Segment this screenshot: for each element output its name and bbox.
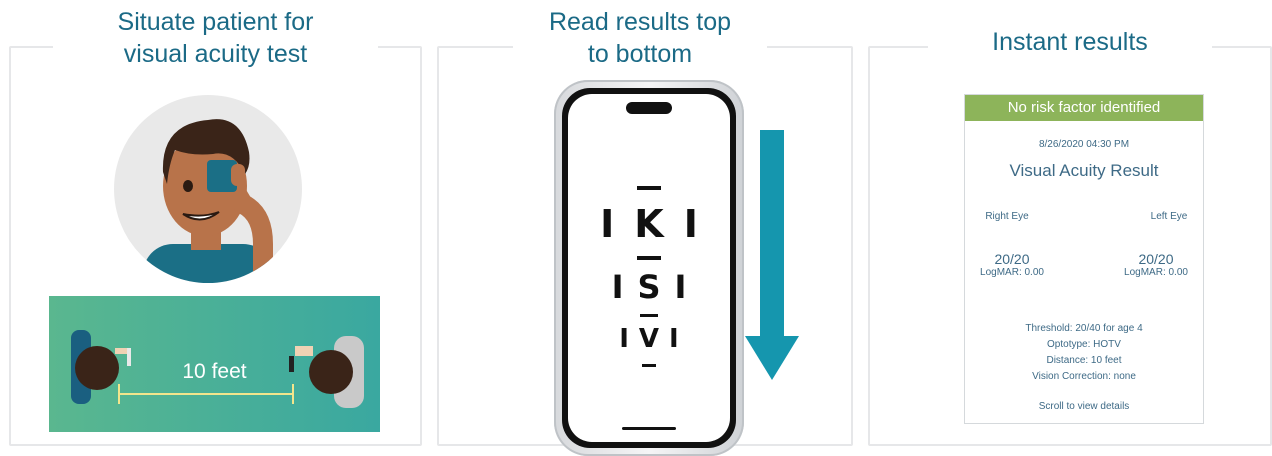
right-eye-label: Right Eye xyxy=(985,211,1029,222)
scroll-details-link[interactable]: Scroll to view details xyxy=(965,401,1203,412)
setup-panel-title: Situate patient for visual acuity test xyxy=(53,6,378,70)
optotype-text: Optotype: HOTV xyxy=(1047,339,1121,350)
read-title-line1: Read results top xyxy=(548,8,732,36)
setup-title-line2: visual acuity test xyxy=(123,40,308,68)
phone-bezel: IKI ISI IVI xyxy=(562,88,736,448)
read-panel: Read results top to bottom IKI ISI IVI xyxy=(437,6,853,456)
result-heading: Visual Acuity Result xyxy=(1009,161,1159,180)
arrow-down-icon xyxy=(745,130,799,380)
correction-text: Vision Correction: none xyxy=(1032,371,1136,382)
right-eye-logmar: LogMAR: 0.00 xyxy=(980,267,1044,278)
left-eye-result: 20/20 LogMAR: 0.00 xyxy=(1109,251,1203,279)
dynamic-island xyxy=(626,102,672,114)
chart-row-2: ISI xyxy=(611,268,701,306)
results-panel-title: Instant results xyxy=(928,26,1212,58)
phone-device: IKI ISI IVI xyxy=(554,80,744,456)
risk-status-banner: No risk factor identified xyxy=(965,95,1203,121)
chart-row-1: IKI xyxy=(600,202,718,246)
distance-text: Distance: 10 feet xyxy=(1046,355,1122,366)
result-timestamp: 8/26/2020 04:30 PM xyxy=(1038,139,1130,150)
chart-row-3: IVI xyxy=(619,324,689,354)
left-eye-label: Left Eye xyxy=(1150,211,1188,222)
distance-label: 10 feet xyxy=(182,360,247,383)
result-card: No risk factor identified 8/26/2020 04:3… xyxy=(964,94,1204,424)
left-eye-logmar: LogMAR: 0.00 xyxy=(1124,267,1188,278)
test-details: Threshold: 20/40 for age 4 Optotype: HOT… xyxy=(965,321,1203,385)
results-panel: Instant results No risk factor identifie… xyxy=(868,26,1272,446)
phone-screen: IKI ISI IVI xyxy=(568,94,730,442)
patient-covering-eye-illustration xyxy=(114,95,302,283)
setup-panel: Situate patient for visual acuity test 1… xyxy=(9,6,422,446)
read-title-line2: to bottom xyxy=(587,40,693,68)
right-eye-result: 20/20 LogMAR: 0.00 xyxy=(967,251,1057,279)
threshold-text: Threshold: 20/40 for age 4 xyxy=(1025,323,1143,334)
distance-diagram: 10 feet xyxy=(49,296,380,432)
read-panel-title: Read results top to bottom xyxy=(513,6,767,70)
left-eye-value: 20/20 xyxy=(1138,251,1174,267)
home-indicator xyxy=(622,427,676,430)
setup-title-line1: Situate patient for xyxy=(117,8,314,36)
right-eye-value: 20/20 xyxy=(994,251,1030,267)
